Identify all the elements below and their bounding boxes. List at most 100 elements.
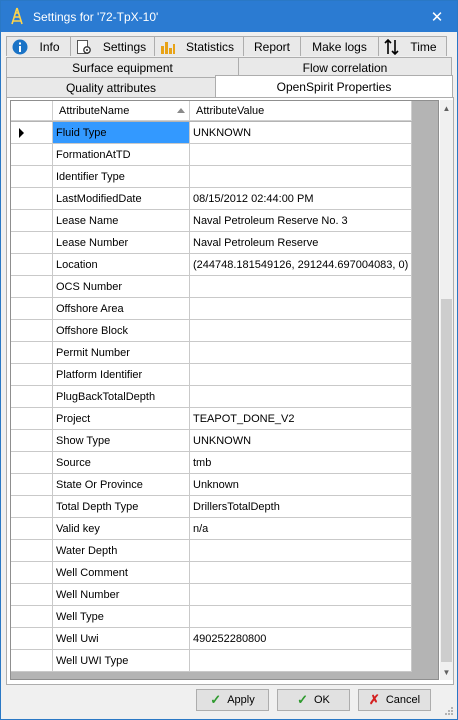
table-row[interactable]: Lease Number Naval Petroleum Reserve: [11, 232, 412, 254]
row-header-cell[interactable]: [11, 254, 53, 275]
attribute-name-cell[interactable]: Lease Number: [53, 232, 190, 253]
scroll-thumb[interactable]: [441, 299, 452, 662]
attribute-name-cell[interactable]: Project: [53, 408, 190, 429]
attribute-name-cell[interactable]: Well UWI Type: [53, 650, 190, 671]
table-row[interactable]: Water Depth: [11, 540, 412, 562]
table-row[interactable]: Well Comment: [11, 562, 412, 584]
table-row[interactable]: Project TEAPOT_DONE_V2: [11, 408, 412, 430]
attribute-value-cell[interactable]: [190, 650, 412, 671]
attribute-name-cell[interactable]: Valid key: [53, 518, 190, 539]
row-header-cell[interactable]: [11, 584, 53, 605]
attribute-value-cell[interactable]: n/a: [190, 518, 412, 539]
table-row[interactable]: Fluid Type UNKNOWN: [11, 122, 412, 144]
row-header-cell[interactable]: [11, 606, 53, 627]
table-row[interactable]: Permit Number: [11, 342, 412, 364]
table-row[interactable]: Well UWI Type: [11, 650, 412, 672]
vertical-scrollbar[interactable]: ▲ ▼: [440, 100, 453, 680]
attribute-name-cell[interactable]: OCS Number: [53, 276, 190, 297]
row-header-cell[interactable]: [11, 276, 53, 297]
tab-info[interactable]: Info: [6, 36, 71, 56]
table-row[interactable]: State Or Province Unknown: [11, 474, 412, 496]
table-row[interactable]: Well Number: [11, 584, 412, 606]
attribute-name-cell[interactable]: Water Depth: [53, 540, 190, 561]
row-header-cell[interactable]: [11, 430, 53, 451]
row-header-cell[interactable]: [11, 342, 53, 363]
tab-report[interactable]: Report: [243, 36, 301, 56]
attribute-value-cell[interactable]: [190, 540, 412, 561]
row-header-cell[interactable]: [11, 122, 53, 143]
table-row[interactable]: Valid key n/a: [11, 518, 412, 540]
row-header-cell[interactable]: [11, 166, 53, 187]
tab-make-logs[interactable]: Make logs: [300, 36, 379, 56]
attribute-value-cell[interactable]: [190, 320, 412, 341]
resize-grip-icon[interactable]: [444, 706, 454, 716]
apply-button[interactable]: ✓ Apply: [196, 689, 269, 711]
attribute-value-cell[interactable]: [190, 584, 412, 605]
tab-time[interactable]: Time: [378, 36, 447, 56]
table-row[interactable]: Total Depth Type DrillersTotalDepth: [11, 496, 412, 518]
attribute-name-cell[interactable]: Well Number: [53, 584, 190, 605]
close-button[interactable]: ✕: [417, 1, 457, 32]
attribute-name-cell[interactable]: Well Uwi: [53, 628, 190, 649]
title-bar[interactable]: Settings for '72-TpX-10' ✕: [1, 1, 457, 32]
attribute-name-cell[interactable]: Lease Name: [53, 210, 190, 231]
attribute-name-cell[interactable]: Offshore Block: [53, 320, 190, 341]
table-row[interactable]: Well Uwi 490252280800: [11, 628, 412, 650]
table-row[interactable]: FormationAtTD: [11, 144, 412, 166]
row-header-cell[interactable]: [11, 540, 53, 561]
attribute-name-cell[interactable]: FormationAtTD: [53, 144, 190, 165]
attribute-name-cell[interactable]: LastModifiedDate: [53, 188, 190, 209]
row-header-cell[interactable]: [11, 386, 53, 407]
table-row[interactable]: Source tmb: [11, 452, 412, 474]
row-header-cell[interactable]: [11, 408, 53, 429]
tab-quality-attributes[interactable]: Quality attributes: [6, 77, 216, 97]
attribute-name-cell[interactable]: Well Comment: [53, 562, 190, 583]
attribute-name-cell[interactable]: Offshore Area: [53, 298, 190, 319]
attribute-value-cell[interactable]: [190, 342, 412, 363]
attribute-value-cell[interactable]: Unknown: [190, 474, 412, 495]
scroll-up-icon[interactable]: ▲: [440, 100, 453, 116]
attribute-value-cell[interactable]: DrillersTotalDepth: [190, 496, 412, 517]
table-row[interactable]: Platform Identifier: [11, 364, 412, 386]
attribute-name-cell[interactable]: Source: [53, 452, 190, 473]
table-row[interactable]: PlugBackTotalDepth: [11, 386, 412, 408]
attribute-name-cell[interactable]: PlugBackTotalDepth: [53, 386, 190, 407]
attribute-value-cell[interactable]: [190, 386, 412, 407]
row-header-cell[interactable]: [11, 232, 53, 253]
attribute-value-cell[interactable]: TEAPOT_DONE_V2: [190, 408, 412, 429]
attribute-name-cell[interactable]: Fluid Type: [53, 122, 190, 143]
attribute-value-cell[interactable]: [190, 144, 412, 165]
row-header-cell[interactable]: [11, 210, 53, 231]
attribute-name-cell[interactable]: Permit Number: [53, 342, 190, 363]
row-header-cell[interactable]: [11, 562, 53, 583]
cancel-button[interactable]: ✗ Cancel: [358, 689, 431, 711]
scroll-down-icon[interactable]: ▼: [440, 664, 453, 680]
table-row[interactable]: Lease Name Naval Petroleum Reserve No. 3: [11, 210, 412, 232]
table-row[interactable]: Offshore Block: [11, 320, 412, 342]
table-row[interactable]: Identifier Type: [11, 166, 412, 188]
attribute-value-cell[interactable]: tmb: [190, 452, 412, 473]
attribute-name-cell[interactable]: Show Type: [53, 430, 190, 451]
attribute-value-cell[interactable]: Naval Petroleum Reserve: [190, 232, 412, 253]
attribute-value-cell[interactable]: [190, 298, 412, 319]
row-header-cell[interactable]: [11, 496, 53, 517]
tab-openspirit-properties[interactable]: OpenSpirit Properties: [215, 75, 453, 97]
ok-button[interactable]: ✓ OK: [277, 689, 350, 711]
row-header-cell[interactable]: [11, 364, 53, 385]
attribute-value-cell[interactable]: Naval Petroleum Reserve No. 3: [190, 210, 412, 231]
table-row[interactable]: Offshore Area: [11, 298, 412, 320]
row-header-cell[interactable]: [11, 188, 53, 209]
table-row[interactable]: Well Type: [11, 606, 412, 628]
attribute-name-cell[interactable]: Total Depth Type: [53, 496, 190, 517]
attribute-value-cell[interactable]: [190, 606, 412, 627]
tab-surface-equipment[interactable]: Surface equipment: [6, 57, 239, 77]
attribute-value-cell[interactable]: UNKNOWN: [190, 430, 412, 451]
attribute-value-cell[interactable]: 490252280800: [190, 628, 412, 649]
row-header-cell[interactable]: [11, 474, 53, 495]
attribute-value-cell[interactable]: (244748.181549126, 291244.697004083, 0): [190, 254, 412, 275]
attribute-name-cell[interactable]: Location: [53, 254, 190, 275]
attribute-name-cell[interactable]: Well Type: [53, 606, 190, 627]
tab-flow-correlation[interactable]: Flow correlation: [238, 57, 452, 77]
attribute-name-cell[interactable]: Identifier Type: [53, 166, 190, 187]
table-row[interactable]: OCS Number: [11, 276, 412, 298]
